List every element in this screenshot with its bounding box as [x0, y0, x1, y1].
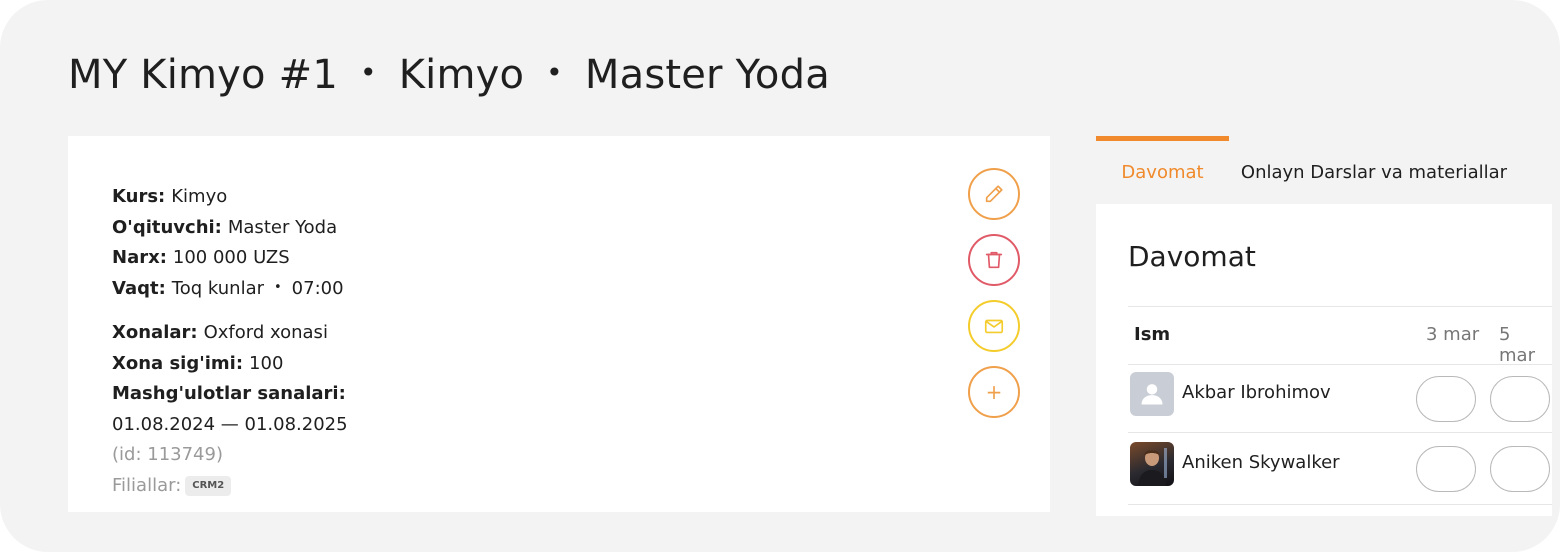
attendance-toggle[interactable] — [1490, 446, 1550, 492]
attendance-toggle[interactable] — [1416, 446, 1476, 492]
course-value: Kimyo — [171, 186, 228, 207]
branches-label: Filiallar: — [112, 474, 182, 496]
teacher-row: O'qituvchi: Master Yoda — [112, 213, 348, 244]
course-label: Kurs: — [112, 186, 166, 207]
attendance-title: Davomat — [1128, 240, 1256, 273]
dates-value: 01.08.2024 — 01.08.2025 — [112, 413, 348, 435]
teacher-label: O'qituvchi: — [112, 216, 222, 238]
avatar — [1130, 372, 1174, 416]
branch-badge: CRM2 — [185, 475, 232, 496]
photo-avatar — [1138, 448, 1167, 486]
name-column-header: Ism — [1134, 324, 1171, 345]
student-name: Akbar Ibrohimov — [1182, 382, 1331, 403]
time-label: Vaqt: — [112, 277, 166, 299]
attendance-panel: Davomat Ism 3 mar 5 mar Akbar Ibrohimov … — [1096, 204, 1552, 516]
group-details: Kurs: Kimyo O'qituvchi: Master Yoda Narx: 1… — [112, 182, 348, 501]
time-separator: • — [274, 279, 282, 295]
add-student-button[interactable]: + — [968, 366, 1020, 418]
group-info-card: Kurs: Kimyo O'qituvchi: Master Yoda Narx: 1… — [68, 136, 1050, 512]
pencil-icon — [985, 185, 1003, 203]
student-row: Aniken Skywalker — [1130, 442, 1560, 494]
attendance-section: Davomat Onlayn Darslar va materiallar Da… — [1096, 136, 1560, 516]
envelope-icon — [984, 319, 1004, 334]
edit-button[interactable] — [968, 168, 1020, 220]
rooms-row: Xonalar: Oxford xonasi — [112, 318, 348, 349]
group-name: MY Kimyo #1 — [68, 52, 338, 98]
title-separator: • — [546, 56, 563, 89]
tab-online-lessons[interactable]: Onlayn Darslar va materiallar — [1229, 141, 1519, 204]
student-row: Akbar Ibrohimov — [1130, 372, 1560, 424]
time-days: Toq kunlar — [171, 277, 264, 299]
teacher-name: Master Yoda — [584, 52, 830, 98]
group-id: (id: 113749) — [112, 444, 223, 465]
time-hour: 07:00 — [291, 277, 344, 299]
divider — [1128, 306, 1552, 307]
price-row: Narx: 100 000 UZS — [112, 243, 348, 274]
rooms-label: Xonalar: — [112, 322, 198, 343]
capacity-label: Xona sig'imi: — [112, 352, 244, 374]
avatar — [1130, 442, 1174, 486]
page-title: MY Kimyo #1 • Kimyo • Master Yoda — [68, 52, 830, 98]
app-frame: MY Kimyo #1 • Kimyo • Master Yoda Kurs: Kimyo… — [0, 0, 1560, 552]
delete-button[interactable] — [968, 234, 1020, 286]
student-name: Aniken Skywalker — [1182, 452, 1340, 473]
attendance-toggle[interactable] — [1416, 376, 1476, 422]
teacher-value: Master Yoda — [227, 216, 338, 238]
group-actions: + — [968, 168, 1020, 432]
capacity-row: Xona sig'imi: 100 — [112, 349, 348, 380]
course-name: Kimyo — [398, 52, 525, 98]
title-separator: • — [360, 56, 377, 89]
tab-bar: Davomat Onlayn Darslar va materiallar — [1096, 136, 1560, 204]
date-column-header: 5 mar — [1499, 324, 1535, 366]
tab-davomat[interactable]: Davomat — [1096, 136, 1229, 204]
dates-label-row: Mashg'ulotlar sanalari: — [112, 379, 348, 410]
divider — [1128, 504, 1552, 505]
divider — [1128, 432, 1552, 433]
message-button[interactable] — [968, 300, 1020, 352]
trash-icon — [985, 251, 1003, 269]
time-row: Vaqt: Toq kunlar • 07:00 — [112, 274, 348, 307]
course-row: Kurs: Kimyo — [112, 182, 348, 213]
date-column-header: 3 mar — [1426, 324, 1480, 345]
dates-label: Mashg'ulotlar sanalari: — [112, 383, 346, 404]
placeholder-avatar-icon — [1141, 384, 1163, 405]
divider — [1128, 364, 1552, 365]
plus-icon: + — [985, 380, 1003, 404]
price-value: 100 000 UZS — [172, 247, 290, 268]
attendance-toggle[interactable] — [1490, 376, 1550, 422]
rooms-value: Oxford xonasi — [203, 322, 328, 343]
price-label: Narx: — [112, 247, 167, 268]
branches-row: Filiallar: CRM2 — [112, 471, 348, 502]
capacity-value: 100 — [249, 352, 284, 374]
